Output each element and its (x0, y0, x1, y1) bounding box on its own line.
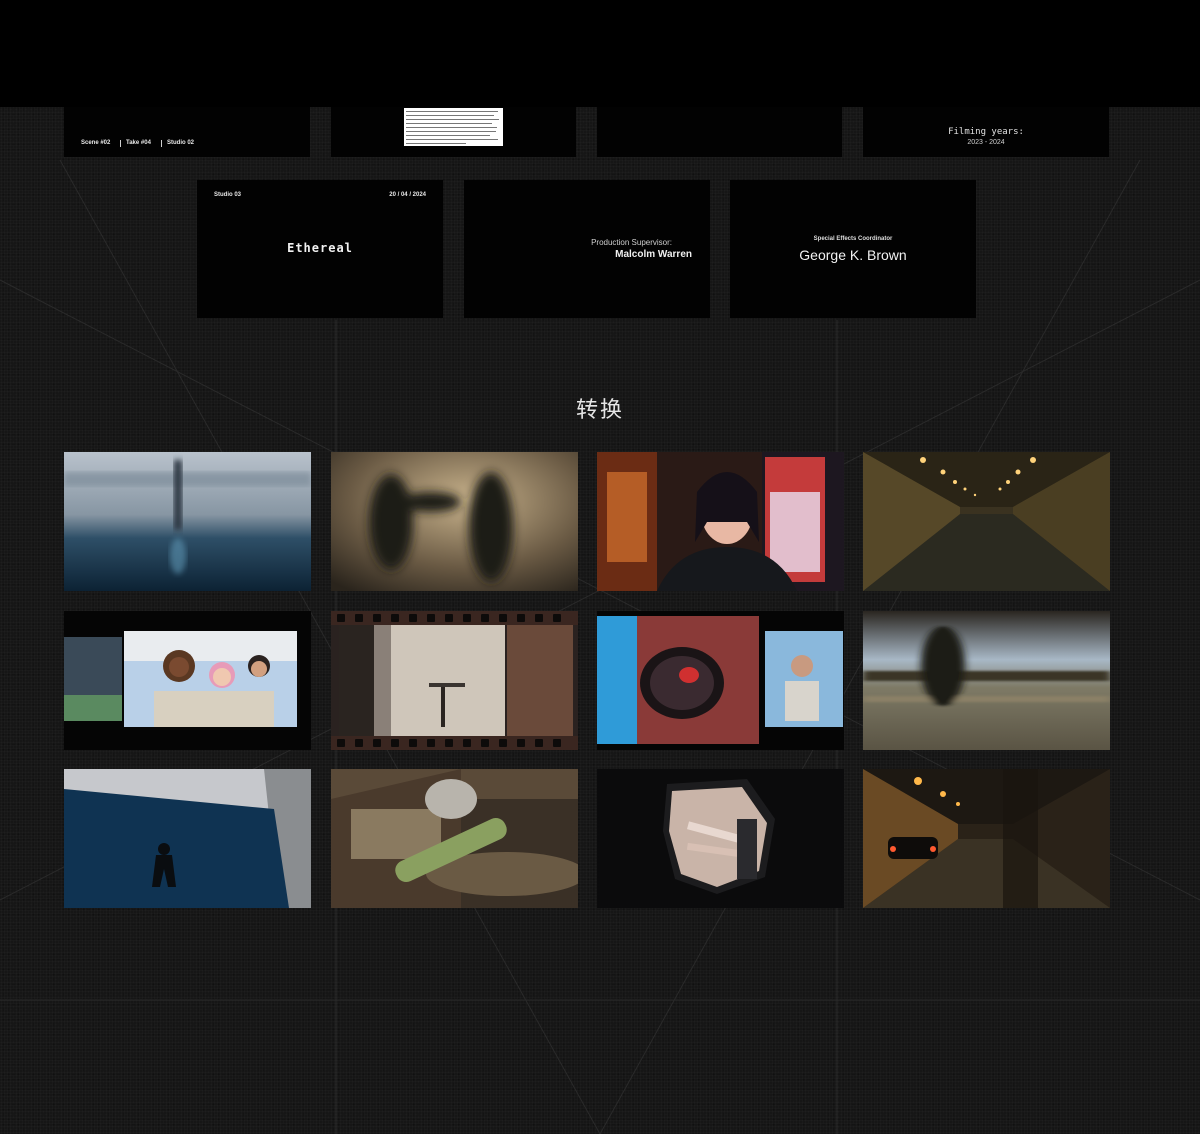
studio-label: Studio 03 (214, 192, 242, 198)
transition-thumb-underwater[interactable] (64, 769, 311, 908)
date-label: 20 / 04 / 2024 (389, 192, 426, 198)
transition-thumb-girl-neon[interactable] (597, 452, 844, 591)
transition-thumb-tunnel-car[interactable] (863, 769, 1110, 908)
skateboard-image (331, 769, 578, 908)
separator (161, 140, 162, 147)
blank-card[interactable] (597, 107, 842, 157)
filming-years-label: Filming years: (948, 127, 1024, 137)
person-name: George K. Brown (799, 247, 907, 263)
special-effects-card[interactable]: Special Effects Coordinator George K. Br… (730, 180, 976, 318)
transition-thumb-friends-selfie[interactable] (64, 611, 311, 750)
transition-thumb-glasses-split[interactable] (597, 611, 844, 750)
film-strip-image (331, 611, 578, 750)
girl-neon-image (597, 452, 844, 591)
transition-thumb-motion-field[interactable] (863, 611, 1110, 750)
transition-thumb-tunnel[interactable] (863, 452, 1110, 591)
production-supervisor-card[interactable]: Production Supervisor: Malcolm Warren (464, 180, 710, 318)
section-title: 转换 (575, 398, 624, 423)
transition-thumb-skateboard[interactable] (331, 769, 578, 908)
motion-field-image (863, 611, 1110, 750)
role-label: Production Supervisor: (591, 238, 672, 247)
tunnel-image (863, 452, 1110, 591)
fight-blur-image (331, 452, 578, 591)
studio-label: Studio 02 (167, 140, 195, 146)
glasses-split-image (597, 611, 844, 750)
separator (120, 140, 121, 147)
film-title: Ethereal (287, 241, 353, 255)
scene-card[interactable]: Scene #02 Take #04 Studio 02 (64, 107, 310, 157)
tunnel-car-image (863, 769, 1110, 908)
transition-thumb-fight-blur[interactable] (331, 452, 578, 591)
top-black-band (0, 0, 1200, 107)
friends-selfie-image (64, 611, 311, 750)
ethereal-title-card[interactable]: Studio 03 20 / 04 / 2024 Ethereal (197, 180, 443, 318)
transition-thumb-diver-blur[interactable] (64, 452, 311, 591)
diver-blur-image (64, 452, 311, 591)
transition-thumb-piano-iris[interactable] (597, 769, 844, 908)
person-name: Malcolm Warren (615, 249, 692, 260)
transition-thumb-film-strip[interactable] (331, 611, 578, 750)
underwater-image (64, 769, 311, 908)
scene-label: Scene #02 (81, 140, 111, 146)
filming-years-value: 2023 - 2024 (967, 139, 1005, 146)
role-label: Special Effects Coordinator (813, 236, 893, 242)
script-page (404, 108, 503, 146)
filming-years-card[interactable]: Filming years: 2023 - 2024 (863, 107, 1109, 157)
piano-iris-image (597, 769, 844, 908)
take-label: Take #04 (126, 140, 151, 146)
